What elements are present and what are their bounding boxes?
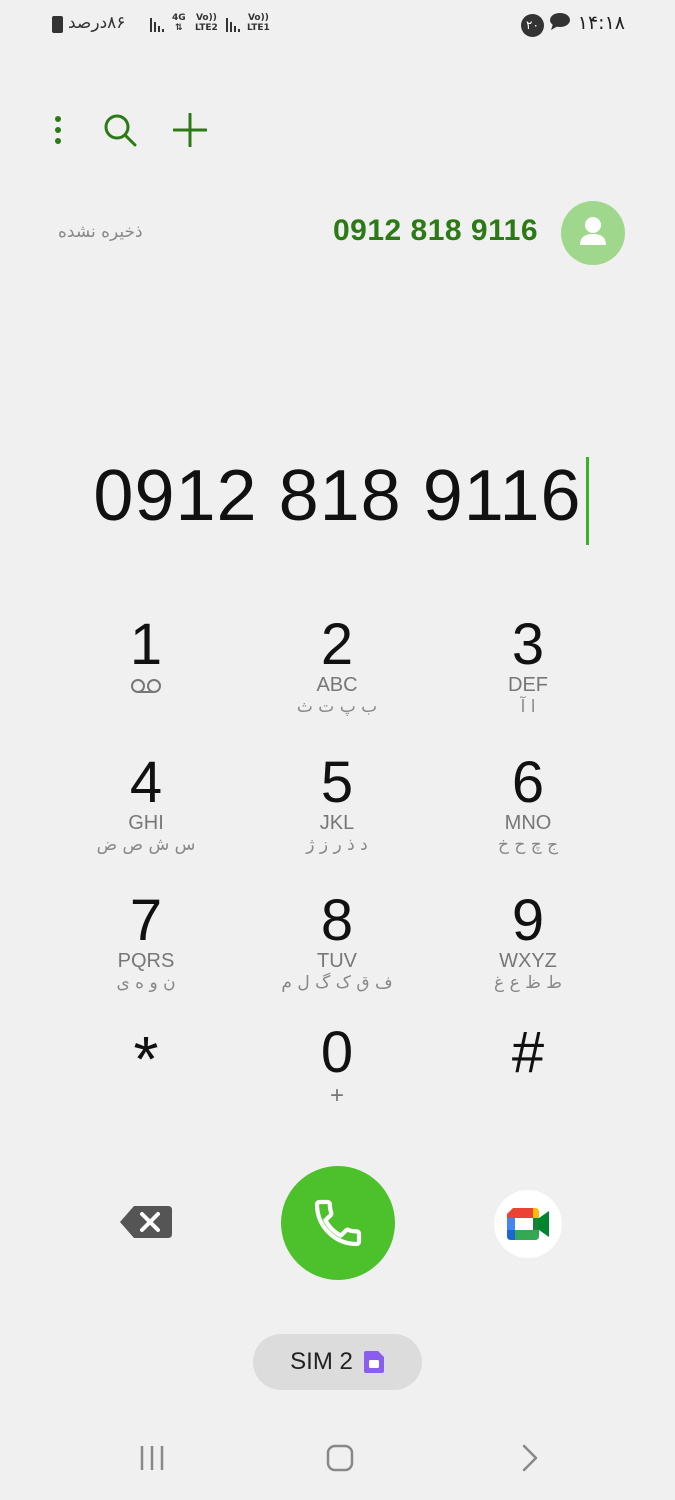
key-digit: * <box>133 1023 159 1095</box>
key-persian-letters: ف ق ک گ ل م <box>281 973 393 993</box>
key-digit: 2 <box>320 612 354 677</box>
battery-icon <box>52 16 63 33</box>
sim2-network-indicator: 4G ⇅ <box>172 13 186 33</box>
search-icon <box>104 114 137 147</box>
key-letters: GHI <box>128 812 164 834</box>
phone-icon <box>314 1199 362 1247</box>
clock: ۱۴:۱۸ <box>577 12 625 34</box>
plus-icon <box>173 113 207 147</box>
key-letters: MNO <box>504 812 552 834</box>
person-icon <box>580 217 606 245</box>
key-persian-letters: ن و ه ی <box>116 973 176 993</box>
recents-icon <box>140 1446 164 1470</box>
voicemail-icon <box>131 679 161 693</box>
key-digit: 7 <box>129 888 163 953</box>
suggested-number[interactable]: 0912 818 9116 <box>333 214 538 248</box>
dialer-screen: ۸۶درصد 4G⇅ Vo))LTE2 Vo))LTE1 ۲۰ ۱۴:۱۸ <box>0 0 675 1500</box>
key-1[interactable]: 1 <box>56 606 236 726</box>
backspace-button[interactable] <box>118 1202 174 1242</box>
key-digit: 4 <box>129 750 163 815</box>
unsaved-label: ذخیره نشده <box>58 222 143 242</box>
add-contact-button[interactable] <box>168 108 212 152</box>
key-8[interactable]: 8 TUV ف ق ک گ ل م <box>247 882 427 1002</box>
avatar[interactable] <box>561 201 625 265</box>
sim-selector[interactable]: SIM 2 <box>253 1334 422 1390</box>
signal-sim2-icon <box>150 18 164 32</box>
key-digit: # <box>511 1020 545 1085</box>
sim-card-icon <box>363 1351 384 1373</box>
key-6[interactable]: 6 MNO ج چ ح خ <box>438 744 618 864</box>
key-0[interactable]: 0 + <box>247 1014 427 1134</box>
battery-percentage: ۸۶درصد <box>68 13 126 33</box>
home-icon <box>326 1444 354 1472</box>
key-hash[interactable]: # <box>438 1014 618 1134</box>
more-options-button[interactable] <box>36 108 80 152</box>
key-digit: 3 <box>511 612 545 677</box>
notification-badge: ۲۰ <box>521 14 544 37</box>
key-letters: PQRS <box>117 950 175 972</box>
key-digit: 0 <box>320 1020 354 1085</box>
key-persian-letters: د ذ ر ز ژ <box>306 835 368 855</box>
key-7[interactable]: 7 PQRS ن و ه ی <box>56 882 236 1002</box>
key-digit: 5 <box>320 750 354 815</box>
google-meet-icon <box>507 1208 549 1240</box>
back-button[interactable] <box>506 1436 554 1480</box>
key-letters: ABC <box>316 674 358 696</box>
signal-sim1-icon <box>226 18 240 32</box>
key-persian-letters: ب پ ت ث <box>296 697 378 717</box>
dialed-number-display[interactable]: 0912 818 9116 <box>0 455 675 537</box>
key-digit: 9 <box>511 888 545 953</box>
key-persian-letters: ج چ ح خ <box>497 835 559 855</box>
key-letters: WXYZ <box>499 950 557 972</box>
back-icon <box>522 1444 538 1472</box>
home-button[interactable] <box>316 1436 364 1480</box>
key-3[interactable]: 3 DEF ا آ <box>438 606 618 726</box>
key-4[interactable]: 4 GHI س ش ص ض <box>56 744 236 864</box>
key-5[interactable]: 5 JKL د ذ ر ز ژ <box>247 744 427 864</box>
key-persian-letters: ط ظ ع غ <box>494 973 562 993</box>
key-plus-label: + <box>329 1082 344 1109</box>
call-button[interactable] <box>281 1166 395 1280</box>
key-persian-letters: س ش ص ض <box>96 835 196 855</box>
video-call-button[interactable] <box>494 1190 562 1258</box>
key-letters: JKL <box>319 812 355 834</box>
key-star[interactable]: * <box>56 1014 236 1134</box>
sim1-volte-indicator: Vo)) LTE1 <box>247 13 270 33</box>
key-2[interactable]: 2 ABC ب پ ت ث <box>247 606 427 726</box>
key-persian-letters: ا آ <box>520 697 536 717</box>
key-digit: 6 <box>511 750 545 815</box>
key-letters: DEF <box>508 674 548 696</box>
key-digit: 8 <box>320 888 354 953</box>
sim-label: SIM 2 <box>290 1348 353 1375</box>
backspace-icon <box>120 1206 172 1238</box>
status-bar: ۸۶درصد 4G ⇅ Vo)) LTE2 Vo)) LTE1 ۲۰ ۱۴:۱۸ <box>0 10 675 40</box>
key-letters: TUV <box>317 950 357 972</box>
search-button[interactable] <box>98 108 142 152</box>
key-9[interactable]: 9 WXYZ ط ظ ع غ <box>438 882 618 1002</box>
key-digit: 1 <box>129 612 163 677</box>
message-notification-icon <box>550 13 570 30</box>
recents-button[interactable] <box>128 1436 176 1480</box>
sim2-volte-indicator: Vo)) LTE2 <box>195 13 218 33</box>
more-vertical-icon <box>55 116 61 144</box>
text-cursor <box>586 457 589 545</box>
